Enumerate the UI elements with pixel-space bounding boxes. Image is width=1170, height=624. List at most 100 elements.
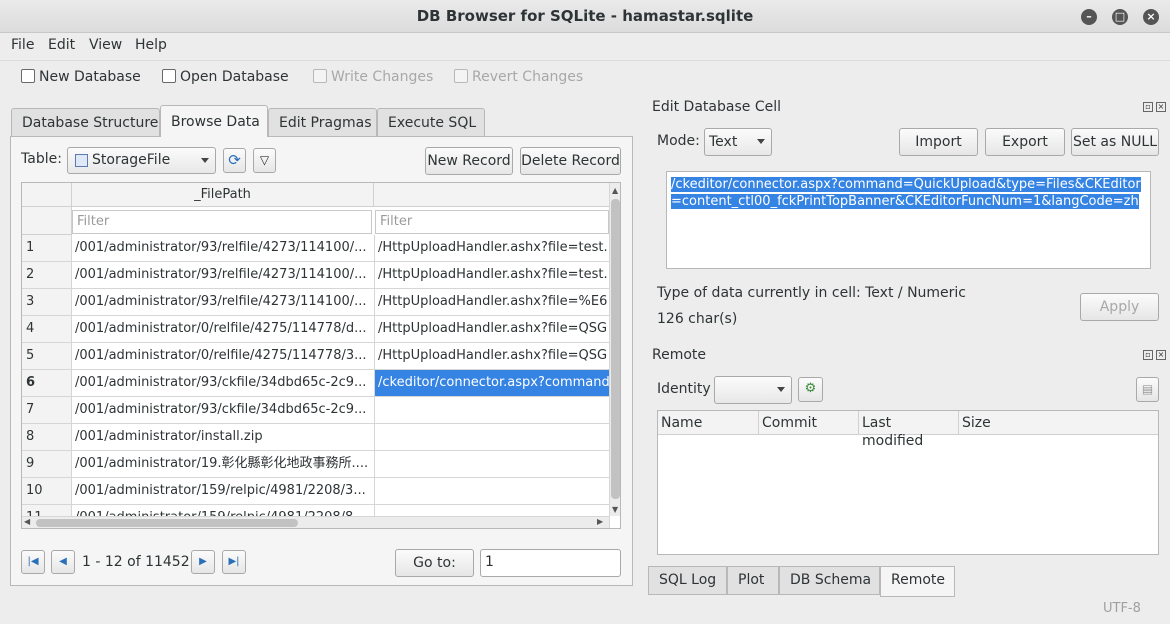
table-cell[interactable]: /001/administrator/93/relfile/4273/11410…	[72, 235, 375, 262]
identity-settings-button[interactable]: ⚙	[798, 377, 823, 402]
delete-record-button[interactable]: Delete Record	[520, 147, 621, 175]
menu-help[interactable]: Help	[135, 37, 167, 53]
tab-sql-log[interactable]: SQL Log	[648, 566, 727, 595]
float-icon[interactable]: ▫	[1143, 102, 1153, 112]
table-cell[interactable]: /HttpUploadHandler.ashx?file=test.	[375, 235, 610, 262]
encoding-status: UTF-8	[1103, 601, 1141, 616]
table-cell[interactable]: /HttpUploadHandler.ashx?file=QSG	[375, 343, 610, 370]
scroll-up-icon[interactable]: ▲	[612, 186, 618, 195]
row-header[interactable]: 4	[22, 316, 72, 343]
open-database-button[interactable]: Open Database	[162, 69, 289, 85]
maximize-icon[interactable]: □	[1112, 9, 1128, 25]
identity-select[interactable]	[714, 376, 792, 404]
table-icon	[75, 154, 88, 167]
previous-page-button[interactable]: ◀	[51, 550, 75, 574]
row-header[interactable]: 2	[22, 262, 72, 289]
row-header[interactable]: 3	[22, 289, 72, 316]
scroll-down-icon[interactable]: ▼	[612, 505, 618, 514]
menu-view[interactable]: View	[89, 37, 122, 53]
filter-row-header	[22, 207, 72, 235]
refresh-button[interactable]: ⟳	[223, 148, 246, 173]
write-changes-button[interactable]: Write Changes	[313, 69, 433, 85]
remote-column-name[interactable]: Name	[658, 411, 759, 435]
table-cell[interactable]: /001/administrator/159/relpic/4981/2208/…	[72, 478, 375, 505]
clear-filters-button[interactable]: ▽	[253, 148, 276, 173]
row-header[interactable]: 10	[22, 478, 72, 505]
filter-input-column2[interactable]: Filter	[375, 210, 609, 234]
tab-db-schema[interactable]: DB Schema	[779, 566, 880, 595]
table-cell[interactable]: /001/administrator/0/relfile/4275/114778…	[72, 343, 375, 370]
menu-edit[interactable]: Edit	[48, 37, 75, 53]
tab-database-structure[interactable]: Database Structure	[11, 108, 160, 137]
table-cell[interactable]: /HttpUploadHandler.ashx?file=test.	[375, 262, 610, 289]
new-database-label: New Database	[39, 69, 141, 85]
remote-column-last-modified[interactable]: Last modified	[859, 411, 959, 449]
remote-column-size[interactable]: Size	[959, 411, 1158, 435]
vertical-scrollbar[interactable]: ▲ ▼	[609, 183, 620, 516]
push-icon: ▤	[1141, 382, 1154, 396]
remote-column-commit[interactable]: Commit	[759, 411, 859, 435]
push-database-button[interactable]: ▤	[1136, 377, 1159, 402]
go-to-button[interactable]: Go to:	[395, 549, 474, 577]
mode-label: Mode:	[657, 133, 700, 149]
apply-button[interactable]: Apply	[1080, 293, 1159, 321]
new-record-button[interactable]: New Record	[425, 147, 513, 175]
column-header-2[interactable]	[374, 183, 610, 207]
tab-browse-data[interactable]: Browse Data	[160, 105, 268, 137]
menu-file[interactable]: File	[11, 37, 34, 53]
horizontal-scrollbar[interactable]: ◀ ▶	[22, 516, 609, 528]
last-page-button[interactable]: ▶|	[222, 550, 246, 574]
row-header[interactable]: 5	[22, 343, 72, 370]
table-select[interactable]: StorageFile	[67, 147, 216, 174]
column-header-filepath[interactable]: _FilePath	[72, 183, 374, 207]
grid-corner[interactable]	[22, 183, 72, 207]
horizontal-scroll-thumb[interactable]	[36, 519, 298, 527]
cell-editor[interactable]: /ckeditor/connector.aspx?command=QuickUp…	[666, 171, 1151, 269]
table-cell[interactable]: /HttpUploadHandler.ashx?file=QSG	[375, 316, 610, 343]
minimize-icon[interactable]: –	[1081, 9, 1097, 25]
row-header[interactable]: 7	[22, 397, 72, 424]
refresh-icon: ⟳	[228, 151, 241, 169]
import-button[interactable]: Import	[899, 128, 978, 156]
revert-changes-button[interactable]: Revert Changes	[454, 69, 583, 85]
next-page-button[interactable]: ▶	[191, 550, 215, 574]
vertical-scroll-thumb[interactable]	[611, 199, 620, 499]
export-button[interactable]: Export	[985, 128, 1065, 156]
float-icon[interactable]: ▫	[1143, 350, 1153, 360]
tab-edit-pragmas[interactable]: Edit Pragmas	[268, 108, 377, 137]
first-page-button[interactable]: |◀	[21, 550, 45, 574]
tab-plot[interactable]: Plot	[727, 566, 779, 595]
filter-input-filepath[interactable]: Filter	[72, 210, 372, 234]
table-cell[interactable]	[375, 451, 610, 478]
new-database-button[interactable]: New Database	[21, 69, 141, 85]
remote-title: Remote	[652, 347, 707, 363]
row-header[interactable]: 9	[22, 451, 72, 478]
scroll-right-icon[interactable]: ▶	[597, 517, 603, 526]
tab-execute-sql[interactable]: Execute SQL	[377, 108, 485, 137]
go-to-input[interactable]: 1	[480, 549, 621, 577]
selected-table-cell[interactable]: /ckeditor/connector.aspx?command	[375, 370, 610, 397]
table-cell[interactable]	[375, 424, 610, 451]
row-header[interactable]: 6	[22, 370, 72, 397]
close-icon[interactable]: ×	[1156, 350, 1166, 360]
table-cell[interactable]	[375, 478, 610, 505]
table-cell[interactable]: /001/administrator/93/ckfile/34dbd65c-2c…	[72, 370, 375, 397]
table-cell[interactable]: /HttpUploadHandler.ashx?file=%E6	[375, 289, 610, 316]
table-cell[interactable]: /001/administrator/93/relfile/4273/11410…	[72, 262, 375, 289]
scroll-left-icon[interactable]: ◀	[24, 517, 30, 526]
chevron-down-icon	[201, 158, 209, 163]
table-cell[interactable]: /001/administrator/93/ckfile/34dbd65c-2c…	[72, 397, 375, 424]
close-icon[interactable]: ×	[1156, 102, 1166, 112]
table-cell[interactable]: /001/administrator/93/relfile/4273/11410…	[72, 289, 375, 316]
table-cell[interactable]	[375, 397, 610, 424]
identity-label: Identity	[657, 381, 711, 397]
row-header[interactable]: 1	[22, 235, 72, 262]
table-cell[interactable]: /001/administrator/19.彰化縣彰化地政事務所....	[72, 451, 375, 478]
table-cell[interactable]: /001/administrator/install.zip	[72, 424, 375, 451]
close-icon[interactable]: ×	[1143, 9, 1159, 25]
set-as-null-button[interactable]: Set as NULL	[1071, 128, 1159, 156]
tab-remote[interactable]: Remote	[880, 566, 955, 597]
table-cell[interactable]: /001/administrator/0/relfile/4275/114778…	[72, 316, 375, 343]
mode-select[interactable]: Text	[704, 128, 772, 156]
row-header[interactable]: 8	[22, 424, 72, 451]
